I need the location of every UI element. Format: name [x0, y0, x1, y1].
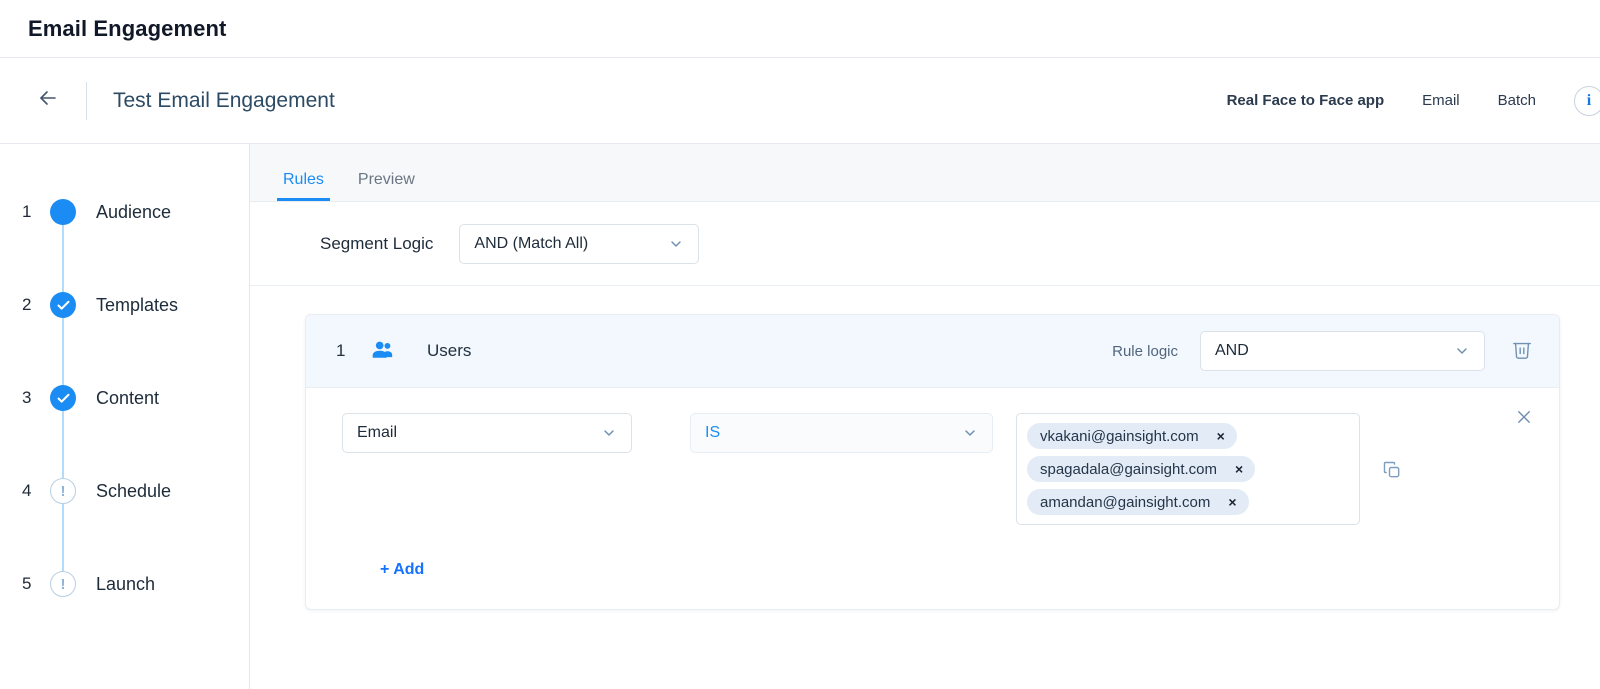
chevron-down-icon [601, 425, 617, 441]
exclamation-glyph: ! [60, 575, 66, 593]
step-number: 5 [22, 574, 32, 593]
back-button[interactable] [28, 81, 68, 121]
delete-rule-button[interactable] [1507, 334, 1537, 369]
condition-operator-value: IS [705, 424, 721, 441]
step-number: 2 [22, 295, 32, 314]
chevron-down-icon [962, 425, 978, 441]
stepper-sidebar: 1 Audience 2 Templates 3 Content 4 ! Sch… [0, 144, 250, 689]
step-label: Content [96, 387, 160, 408]
rule-card-body: Email IS vkakani@gainsight.com × spagada… [306, 388, 1559, 609]
value-chip-label: vkakani@gainsight.com [1040, 427, 1199, 445]
step-number: 3 [22, 388, 32, 407]
info-icon[interactable]: i [1574, 85, 1600, 116]
step-status-dot-active [50, 199, 76, 225]
chevron-down-icon [668, 236, 684, 252]
sidebar-item-content[interactable]: 3 Content [0, 374, 249, 422]
rule-logic-label: Rule logic [1112, 342, 1178, 360]
rule-header-controls: Rule logic AND [1112, 331, 1537, 371]
step-label: Audience [96, 201, 172, 222]
condition-values-input[interactable]: vkakani@gainsight.com × spagadala@gainsi… [1016, 413, 1360, 525]
sub-header: Test Email Engagement Real Face to Face … [0, 58, 1600, 144]
value-chip-label: spagadala@gainsight.com [1040, 460, 1218, 478]
segment-logic-select[interactable]: AND (Match All) [459, 223, 700, 264]
meta-channel: Email [1422, 92, 1460, 109]
value-chip[interactable]: vkakani@gainsight.com × [1027, 423, 1237, 449]
tab-bar: Rules Preview [250, 144, 1600, 202]
rule-logic-value: AND [1215, 342, 1249, 359]
segment-logic-label: Segment Logic [320, 233, 434, 253]
step-number: 1 [22, 202, 32, 221]
step-label: Schedule [96, 480, 172, 501]
segment-logic-row: Segment Logic AND (Match All) [250, 202, 1600, 286]
sidebar-item-templates[interactable]: 2 Templates [0, 281, 249, 329]
tab-preview[interactable]: Preview [352, 172, 421, 201]
duplicate-condition-button[interactable] [1382, 460, 1402, 485]
condition-operator-select[interactable]: IS [690, 413, 993, 453]
tab-rules[interactable]: Rules [277, 172, 330, 201]
sidebar-item-audience[interactable]: 1 Audience [0, 188, 249, 236]
add-condition-button[interactable]: + Add [380, 561, 424, 579]
remove-chip-icon[interactable]: × [1231, 460, 1247, 478]
users-icon [370, 338, 397, 365]
condition-row: Email IS vkakani@gainsight.com × spagada… [342, 413, 1537, 525]
rule-card-header: 1 Users Rule logic AND [306, 315, 1559, 388]
header-meta-group: Real Face to Face app Email Batch i [1226, 85, 1600, 116]
check-icon [50, 292, 76, 318]
exclamation-glyph: ! [60, 482, 66, 500]
sidebar-item-schedule[interactable]: 4 ! Schedule [0, 467, 249, 515]
rule-logic-select[interactable]: AND [1200, 331, 1485, 371]
arrow-left-icon [36, 86, 60, 115]
meta-type: Batch [1497, 92, 1536, 109]
value-chip[interactable]: spagadala@gainsight.com × [1027, 456, 1256, 482]
chevron-down-icon [1454, 343, 1470, 359]
check-icon [50, 385, 76, 411]
page-title: Test Email Engagement [113, 88, 335, 112]
remove-chip-icon[interactable]: × [1224, 493, 1240, 511]
sidebar-item-launch[interactable]: 5 ! Launch [0, 560, 249, 608]
rule-card: 1 Users Rule logic AND Email IS vkakani@… [305, 314, 1560, 610]
step-number: 4 [22, 481, 32, 500]
exclamation-icon: ! [50, 478, 76, 504]
copy-icon [1382, 460, 1402, 485]
app-titlebar: Email Engagement [0, 0, 1600, 58]
value-chip[interactable]: amandan@gainsight.com × [1027, 489, 1249, 515]
condition-field-select[interactable]: Email [342, 413, 632, 453]
exclamation-icon: ! [50, 571, 76, 597]
remove-condition-button[interactable] [1511, 404, 1537, 435]
header-divider [86, 81, 87, 120]
close-icon [1515, 408, 1533, 431]
condition-field-value: Email [357, 424, 398, 441]
trash-icon [1511, 338, 1533, 365]
rule-index: 1 [336, 341, 346, 360]
rules-panel: Segment Logic AND (Match All) 1 Users Ru… [250, 202, 1600, 689]
rule-title: Users [427, 341, 472, 360]
meta-app-name: Real Face to Face app [1226, 92, 1385, 109]
body-wrapper: 1 Audience 2 Templates 3 Content 4 ! Sch… [0, 144, 1600, 689]
main-panel: Rules Preview Segment Logic AND (Match A… [250, 144, 1600, 689]
step-label: Templates [96, 294, 179, 315]
app-title: Email Engagement [28, 15, 227, 41]
step-label: Launch [96, 573, 156, 594]
segment-logic-value: AND (Match All) [474, 234, 589, 252]
value-chip-label: amandan@gainsight.com [1040, 493, 1211, 511]
remove-chip-icon[interactable]: × [1213, 427, 1229, 445]
